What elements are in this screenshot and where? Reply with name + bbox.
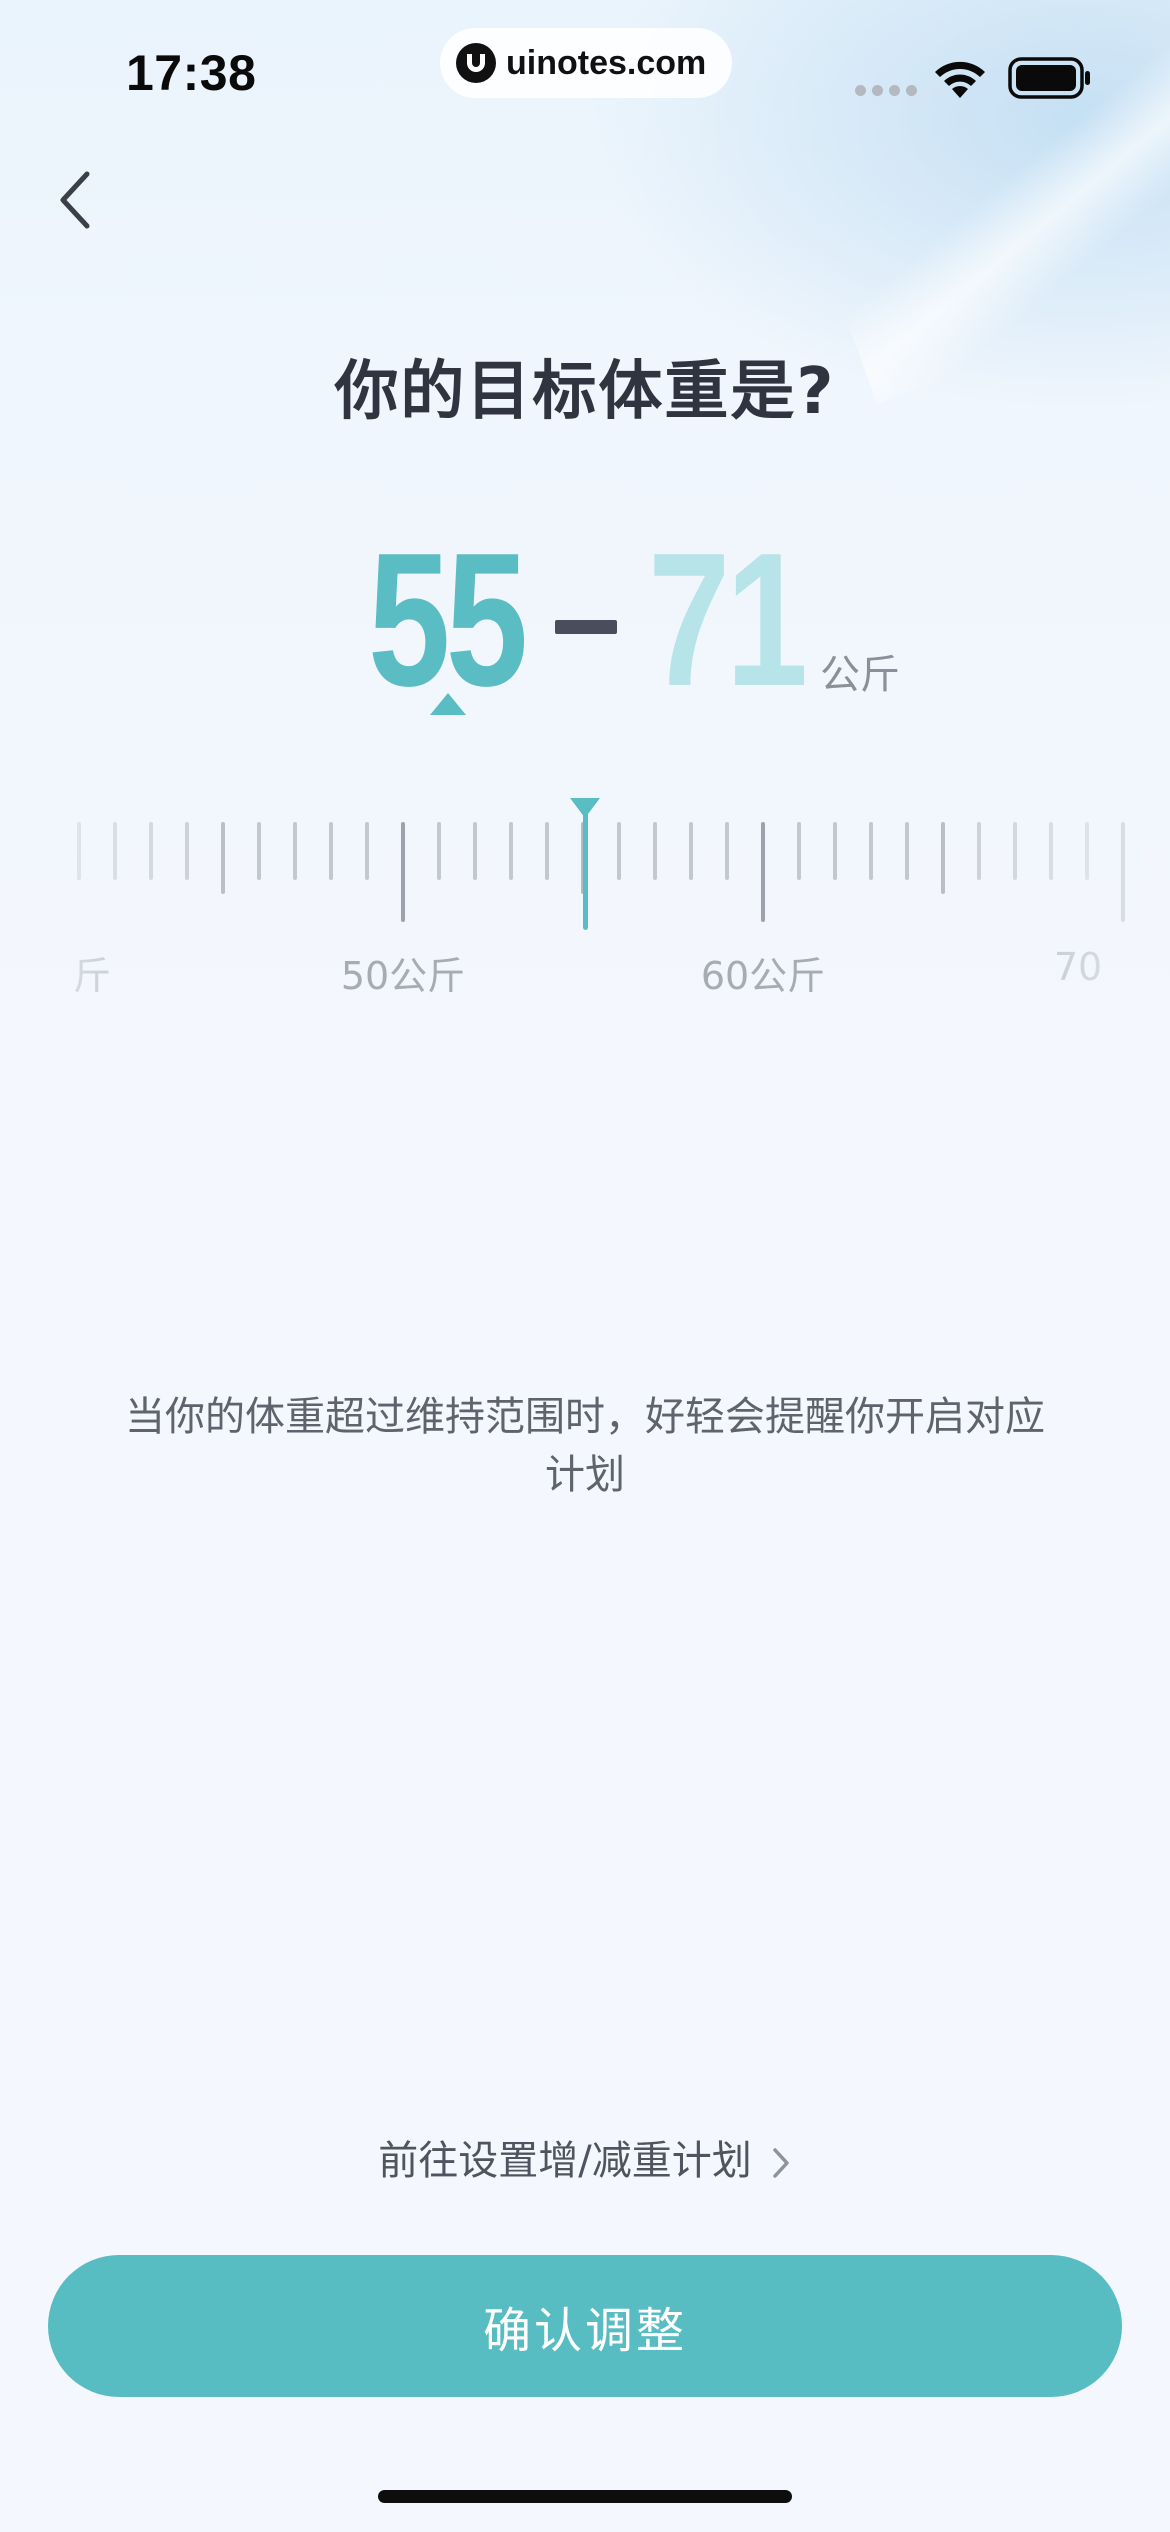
- ruler-label: 50公斤: [340, 954, 466, 998]
- chevron-left-icon: [60, 171, 90, 229]
- selected-value-marker-icon: [430, 693, 466, 715]
- ruler-tick: [185, 822, 189, 880]
- ruler-tick: [293, 822, 297, 880]
- ruler-tick: [761, 822, 765, 922]
- wifi-icon: [935, 61, 985, 98]
- ruler-tick: [1049, 822, 1053, 880]
- ruler-tick: [941, 822, 945, 894]
- ruler-tick: [797, 822, 801, 880]
- ruler-tick: [257, 822, 261, 880]
- ruler-tick: [833, 822, 837, 880]
- ruler-pointer[interactable]: [583, 808, 588, 930]
- ruler-tick: [365, 822, 369, 880]
- home-indicator[interactable]: [378, 2490, 792, 2503]
- ruler-tick: [1013, 822, 1017, 880]
- battery-icon: [1008, 57, 1090, 99]
- ruler-tick: [473, 822, 477, 880]
- weight-range-display: 55 71: [0, 520, 1170, 720]
- ruler-tick: [977, 822, 981, 880]
- ruler-tick: [329, 822, 333, 880]
- ruler-tick: [113, 822, 117, 880]
- range-separator: [555, 620, 617, 634]
- ruler-label: 70: [1053, 945, 1103, 989]
- ruler-tick: [437, 822, 441, 880]
- weight-ruler-slider[interactable]: 斤 50公斤 60公斤 70: [0, 790, 1170, 1010]
- chevron-right-icon: [772, 2148, 789, 2178]
- unit-label: 公斤: [820, 652, 900, 698]
- status-time: 17:38: [126, 45, 257, 101]
- set-plan-link-label: 前往设置增/减重计划: [378, 2138, 752, 2184]
- ruler-tick: [509, 822, 513, 880]
- back-button[interactable]: [40, 160, 110, 240]
- ruler-tick: [221, 822, 225, 894]
- ruler-tick: [617, 822, 621, 880]
- page-title: 你的目标体重是?: [334, 355, 836, 429]
- hint-text: 当你的体重超过维持范围时，好轻会提醒你开启对应计划: [125, 1394, 1045, 1498]
- confirm-adjust-button[interactable]: 确认调整: [48, 2255, 1122, 2397]
- ruler-tick: [545, 822, 549, 880]
- ruler-tick: [689, 822, 693, 880]
- ruler-label: 斤: [72, 954, 112, 998]
- ruler-tick: [905, 822, 909, 880]
- ruler-tick: [869, 822, 873, 880]
- range-min-value[interactable]: 55: [368, 520, 528, 720]
- site-logo-icon: [456, 43, 496, 83]
- ruler-tick: [149, 822, 153, 880]
- url-pill[interactable]: uinotes.com: [440, 28, 732, 98]
- ruler-tick: [401, 822, 405, 922]
- range-max-value[interactable]: 71: [648, 520, 808, 720]
- ruler-tick: [1085, 822, 1089, 880]
- set-plan-link[interactable]: 前往设置增/减重计划: [0, 2128, 1170, 2186]
- url-text: uinotes.com: [506, 43, 707, 82]
- ruler-label: 60公斤: [700, 954, 826, 998]
- signal-icon: [855, 85, 917, 96]
- ruler-tick: [1121, 822, 1125, 922]
- ruler-tick: [725, 822, 729, 880]
- ruler-tick: [77, 822, 81, 880]
- ruler-tick: [653, 822, 657, 880]
